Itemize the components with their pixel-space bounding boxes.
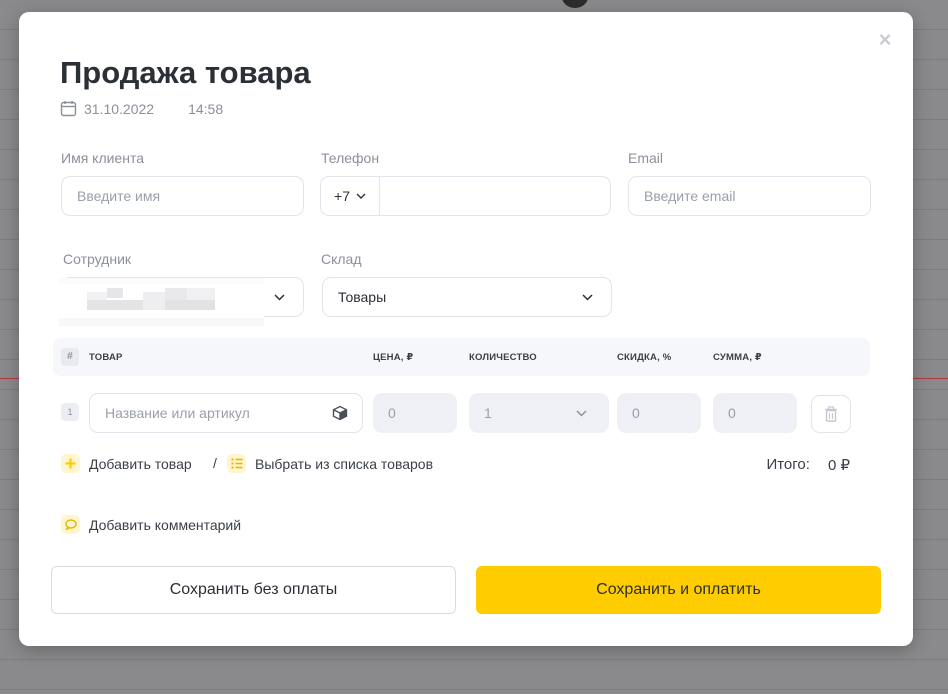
trash-icon	[825, 406, 837, 422]
client-name-label: Имя клиента	[61, 150, 144, 166]
email-label: Email	[628, 150, 664, 166]
phone-code-select[interactable]: +7	[321, 177, 380, 215]
header-discount: СКИДКА, %	[617, 352, 672, 363]
chevron-down-icon	[274, 293, 285, 301]
quantity-value: 1	[484, 405, 492, 421]
price-input[interactable]: 0	[373, 393, 457, 433]
warehouse-select[interactable]: Товары	[322, 277, 612, 317]
discount-input[interactable]: 0	[617, 393, 701, 433]
client-name-field[interactable]	[61, 176, 304, 216]
phone-code-value: +7	[334, 188, 350, 204]
total-value: 0 ₽	[827, 457, 850, 474]
employee-name-redacted	[59, 278, 264, 326]
sum-input[interactable]: 0	[713, 393, 797, 433]
add-comment-label: Добавить комментарий	[89, 516, 242, 533]
modal-title: Продажа товара	[60, 55, 311, 90]
list-icon	[227, 454, 246, 473]
total-label: Итого:	[766, 456, 810, 473]
row-number: 1	[61, 403, 79, 421]
choose-from-list-button[interactable]: Выбрать из списка товаров	[227, 454, 433, 473]
header-quantity: КОЛИЧЕСТВО	[469, 352, 537, 363]
product-search-field[interactable]	[89, 393, 363, 433]
products-table-header: # ТОВАР ЦЕНА, ₽ КОЛИЧЕСТВО СКИДКА, % СУМ…	[53, 338, 870, 376]
phone-field: +7	[320, 176, 611, 216]
employee-label: Сотрудник	[63, 251, 132, 267]
phone-label: Телефон	[321, 150, 380, 166]
calendar-icon	[60, 101, 77, 117]
warehouse-label: Склад	[321, 251, 362, 267]
close-icon[interactable]: ×	[875, 29, 895, 51]
chevron-down-icon	[576, 409, 587, 417]
box-icon[interactable]	[332, 405, 348, 421]
email-field[interactable]	[628, 176, 871, 216]
save-without-payment-button[interactable]: Сохранить без оплаты	[51, 566, 456, 614]
email-input[interactable]	[644, 188, 870, 204]
sale-modal: × Продажа товара 31.10.2022 14:58 Имя кл…	[19, 12, 913, 646]
add-product-label: Добавить товар	[89, 455, 192, 472]
sale-date[interactable]: 31.10.2022	[84, 101, 154, 117]
chevron-down-icon	[582, 293, 593, 301]
warehouse-value: Товары	[338, 289, 387, 305]
add-product-button[interactable]: Добавить товар	[61, 454, 192, 473]
choose-from-list-label: Выбрать из списка товаров	[255, 455, 434, 472]
comment-icon	[61, 515, 80, 534]
phone-number-input[interactable]	[380, 177, 610, 215]
plus-icon	[61, 454, 80, 473]
order-total: Итого: 0 ₽	[766, 456, 850, 474]
header-price: ЦЕНА, ₽	[373, 352, 414, 363]
actions-separator: /	[213, 455, 217, 471]
chevron-down-icon	[356, 193, 366, 199]
client-name-input[interactable]	[77, 188, 303, 204]
add-comment-button[interactable]: Добавить комментарий	[61, 515, 241, 534]
delete-row-button[interactable]	[811, 395, 851, 433]
phone-number-area[interactable]	[380, 177, 610, 215]
sale-time[interactable]: 14:58	[188, 101, 223, 117]
header-sum: СУММА, ₽	[713, 352, 762, 363]
date-time-row: 31.10.2022 14:58	[60, 100, 223, 117]
save-and-pay-button[interactable]: Сохранить и оплатить	[476, 566, 881, 614]
quantity-select[interactable]: 1	[469, 393, 609, 433]
header-product: ТОВАР	[89, 352, 123, 363]
header-num: #	[61, 348, 79, 366]
product-search-input[interactable]	[105, 405, 332, 421]
